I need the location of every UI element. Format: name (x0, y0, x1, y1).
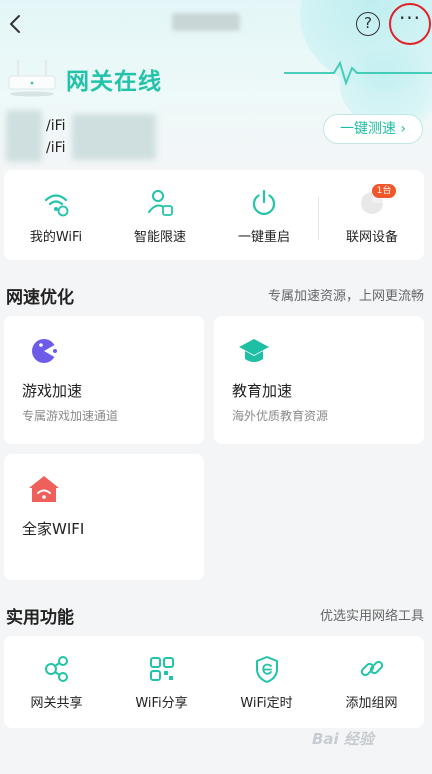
page-title-blurred (172, 13, 240, 31)
quick-action-devices[interactable]: 联网设备 (320, 188, 424, 245)
tool-gateway-share[interactable]: 网关共享 (4, 654, 109, 711)
device-info-blurred (6, 110, 42, 162)
section-subtitle-speed: 专属加速资源，上网更流畅 (267, 289, 424, 304)
tool-wifi-timer[interactable]: WiFi定时 (214, 654, 319, 711)
wifi-name-line: /iFi (46, 118, 66, 134)
gateway-status: 网关在线 (66, 69, 162, 95)
tool-wifi-share[interactable]: WiFi分享 (109, 654, 214, 711)
tile-family-wifi[interactable]: 全家WIFI (4, 454, 204, 580)
timer-shield-icon (255, 656, 278, 683)
quick-action-my-wifi[interactable]: 我的WiFi (4, 188, 108, 245)
tools-card: 网关共享 WiFi分享 WiFi定时 添加组网 (4, 636, 424, 728)
link-icon (360, 660, 383, 677)
quick-action-label: 联网设备 (345, 230, 398, 245)
quick-actions-card: 我的WiFi 智能限速 一键重启 联网设备 (4, 170, 424, 260)
section-subtitle-tools: 优选实用网络工具 (319, 609, 424, 624)
tile-title: 游戏加速 (22, 382, 83, 400)
chevron-left-icon[interactable] (4, 10, 28, 38)
game-icon (32, 339, 58, 363)
tool-add-mesh[interactable]: 添加组网 (319, 654, 424, 711)
quick-action-speed-limit[interactable]: 智能限速 (108, 188, 212, 245)
tool-label: WiFi分享 (135, 696, 188, 711)
tool-label: 网关共享 (30, 696, 83, 711)
wifi-settings-icon (44, 194, 69, 217)
quick-action-label: 一键重启 (237, 230, 290, 245)
section-title-speed: 网速优化 (6, 288, 74, 308)
qr-code-icon (149, 657, 174, 681)
divider (318, 196, 319, 240)
power-icon (252, 189, 276, 215)
top-bar: ? ··· (0, 0, 432, 48)
more-options-button[interactable]: ··· (389, 3, 431, 45)
home-wifi-icon (29, 476, 59, 502)
section-title-tools: 实用功能 (6, 608, 74, 628)
wifi-name-line: /iFi (46, 140, 66, 156)
tool-label: WiFi定时 (240, 696, 293, 711)
tile-title: 全家WIFI (22, 520, 85, 538)
speed-test-button[interactable]: 一键测速 › (323, 114, 423, 144)
tool-label: 添加组网 (345, 696, 398, 711)
tile-game-boost[interactable]: 游戏加速 专属游戏加速通道 (4, 316, 204, 444)
pulse-line-icon (284, 60, 432, 87)
watermark: Bai 经验 (312, 730, 374, 748)
tile-title: 教育加速 (232, 382, 293, 400)
graduation-cap-icon (239, 339, 269, 362)
tile-education-boost[interactable]: 教育加速 海外优质教育资源 (214, 316, 424, 444)
quick-action-label: 智能限速 (133, 230, 186, 245)
quick-action-label: 我的WiFi (29, 230, 83, 245)
tile-subtitle: 专属游戏加速通道 (22, 409, 119, 423)
router-icon (8, 60, 56, 97)
share-icon (44, 656, 68, 682)
tile-subtitle: 海外优质教育资源 (232, 409, 329, 423)
user-limit-icon (148, 190, 173, 216)
help-button[interactable]: ? (356, 12, 380, 36)
wifi-name-blurred (72, 114, 156, 160)
quick-action-restart[interactable]: 一键重启 (212, 188, 316, 245)
device-count-badge: 1台 (372, 184, 396, 198)
